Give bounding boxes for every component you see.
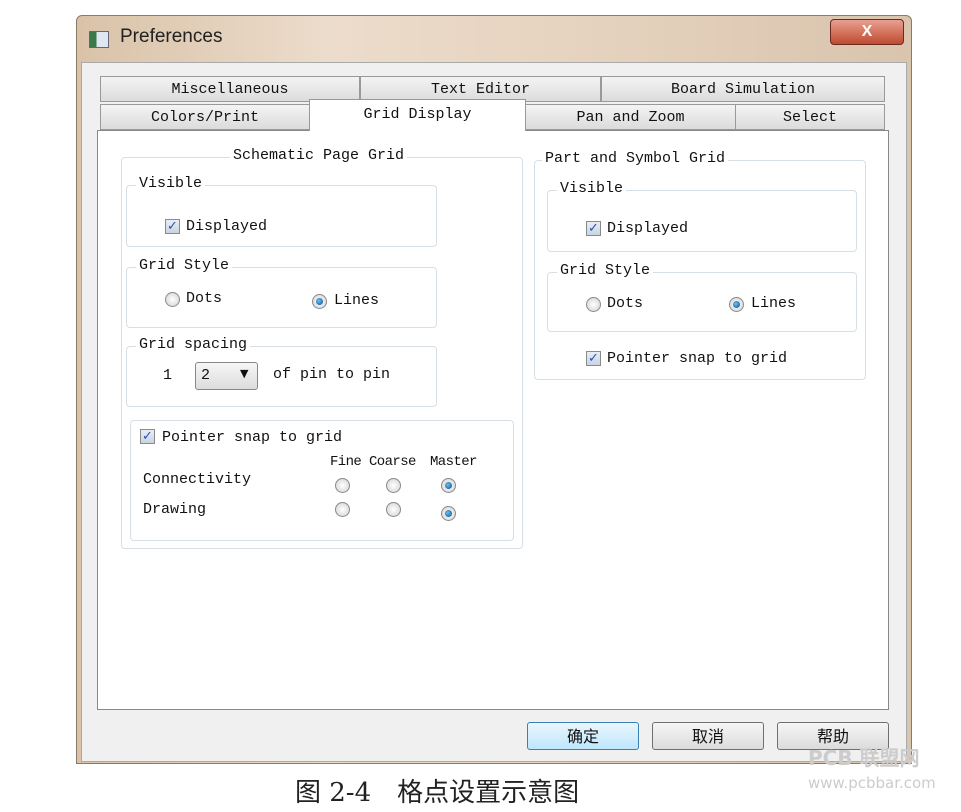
visible-label: Visible xyxy=(136,175,206,192)
grid-spacing-select[interactable]: 2 ▼ xyxy=(195,362,258,390)
drawing-label: Drawing xyxy=(143,501,207,518)
grid-spacing-label: Grid spacing xyxy=(136,336,251,353)
window-title: Preferences xyxy=(120,26,223,47)
part-group-title: Part and Symbol Grid xyxy=(542,150,729,167)
ok-button[interactable]: 确定 xyxy=(527,722,639,750)
lines-label: Lines xyxy=(334,292,380,309)
close-button[interactable]: X xyxy=(830,19,904,45)
spacing-suffix: of pin to pin xyxy=(273,366,391,383)
part-visible-label: Visible xyxy=(557,180,627,197)
cancel-button[interactable]: 取消 xyxy=(652,722,764,750)
col-master: Master xyxy=(430,454,477,470)
grid-spacing-value: 2 xyxy=(201,367,211,384)
part-pointer-snap-checkbox[interactable]: ✓ xyxy=(586,351,601,366)
displayed-label: Displayed xyxy=(186,218,268,235)
part-pointer-snap-label: Pointer snap to grid xyxy=(607,350,788,367)
tab-select[interactable]: Select xyxy=(735,104,885,130)
part-lines-radio[interactable] xyxy=(729,297,744,312)
col-fine: Fine xyxy=(330,454,362,470)
dots-label: Dots xyxy=(186,290,223,307)
drawing-coarse-radio[interactable] xyxy=(386,502,401,517)
tab-grid-display[interactable]: Grid Display xyxy=(309,99,526,131)
visible-group xyxy=(126,185,437,247)
connectivity-coarse-radio[interactable] xyxy=(386,478,401,493)
figure-caption: 图 2-4 格点设置示意图 xyxy=(295,778,580,808)
lines-radio[interactable] xyxy=(312,294,327,309)
displayed-checkbox[interactable]: ✓ xyxy=(165,219,180,234)
schematic-group-title: Schematic Page Grid xyxy=(230,147,408,164)
tab-colors-print[interactable]: Colors/Print xyxy=(100,104,310,130)
pointer-snap-checkbox[interactable]: ✓ xyxy=(140,429,155,444)
col-coarse: Coarse xyxy=(369,454,416,470)
chevron-down-icon: ▼ xyxy=(240,367,249,380)
spacing-prefix: 1 xyxy=(163,367,173,384)
pointer-snap-label: Pointer snap to grid xyxy=(162,429,343,446)
part-dots-radio[interactable] xyxy=(586,297,601,312)
watermark-url: www.pcbbar.com xyxy=(808,774,936,792)
part-displayed-checkbox[interactable]: ✓ xyxy=(586,221,601,236)
dots-radio[interactable] xyxy=(165,292,180,307)
connectivity-master-radio[interactable] xyxy=(441,478,456,493)
drawing-master-radio[interactable] xyxy=(441,506,456,521)
part-lines-label: Lines xyxy=(751,295,797,312)
connectivity-label: Connectivity xyxy=(143,471,252,488)
connectivity-fine-radio[interactable] xyxy=(335,478,350,493)
app-icon xyxy=(89,31,109,48)
tab-pan-and-zoom[interactable]: Pan and Zoom xyxy=(525,104,736,130)
part-displayed-label: Displayed xyxy=(607,220,689,237)
part-dots-label: Dots xyxy=(607,295,644,312)
watermark-logo: PCB 联盟网 xyxy=(808,746,920,770)
part-grid-style-label: Grid Style xyxy=(557,262,654,279)
tab-board-simulation[interactable]: Board Simulation xyxy=(601,76,885,102)
grid-style-label: Grid Style xyxy=(136,257,233,274)
drawing-fine-radio[interactable] xyxy=(335,502,350,517)
